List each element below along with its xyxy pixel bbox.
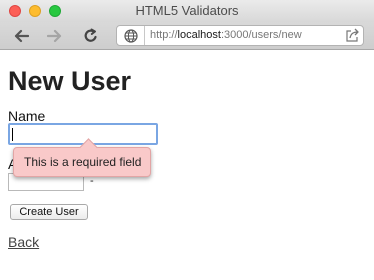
- validation-message: This is a required field: [24, 155, 142, 169]
- browser-window: HTML5 Validators http://localhost:3000/u…: [0, 0, 374, 280]
- create-user-button[interactable]: Create User: [10, 204, 88, 220]
- reload-icon: [84, 28, 97, 42]
- back-button[interactable]: [10, 26, 32, 46]
- url-text: http://localhost:3000/users/new: [150, 29, 302, 41]
- name-label: Name: [8, 108, 46, 124]
- address-divider: [144, 26, 145, 45]
- window-title: HTML5 Validators: [135, 3, 239, 18]
- url-prefix: http://: [150, 29, 178, 41]
- forward-button[interactable]: [44, 26, 66, 46]
- page-title: New User: [8, 66, 132, 96]
- url-host: localhost: [177, 29, 221, 41]
- title-bar: HTML5 Validators: [0, 0, 374, 22]
- url-path: :3000/users/new: [220, 29, 302, 41]
- address-bar[interactable]: http://localhost:3000/users/new: [116, 25, 364, 46]
- browser-toolbar: http://localhost:3000/users/new: [0, 22, 374, 50]
- arrow-right-icon: [47, 29, 62, 43]
- name-input[interactable]: [8, 123, 158, 145]
- page-content: New User Name A - This is a required fie…: [0, 50, 374, 280]
- arrow-left-icon: [14, 29, 29, 43]
- reload-button[interactable]: [80, 26, 102, 46]
- validation-tooltip: This is a required field: [13, 138, 151, 177]
- share-icon[interactable]: [345, 28, 360, 43]
- text-caret: [12, 128, 13, 141]
- back-link[interactable]: Back: [8, 234, 39, 250]
- globe-icon: [124, 29, 138, 43]
